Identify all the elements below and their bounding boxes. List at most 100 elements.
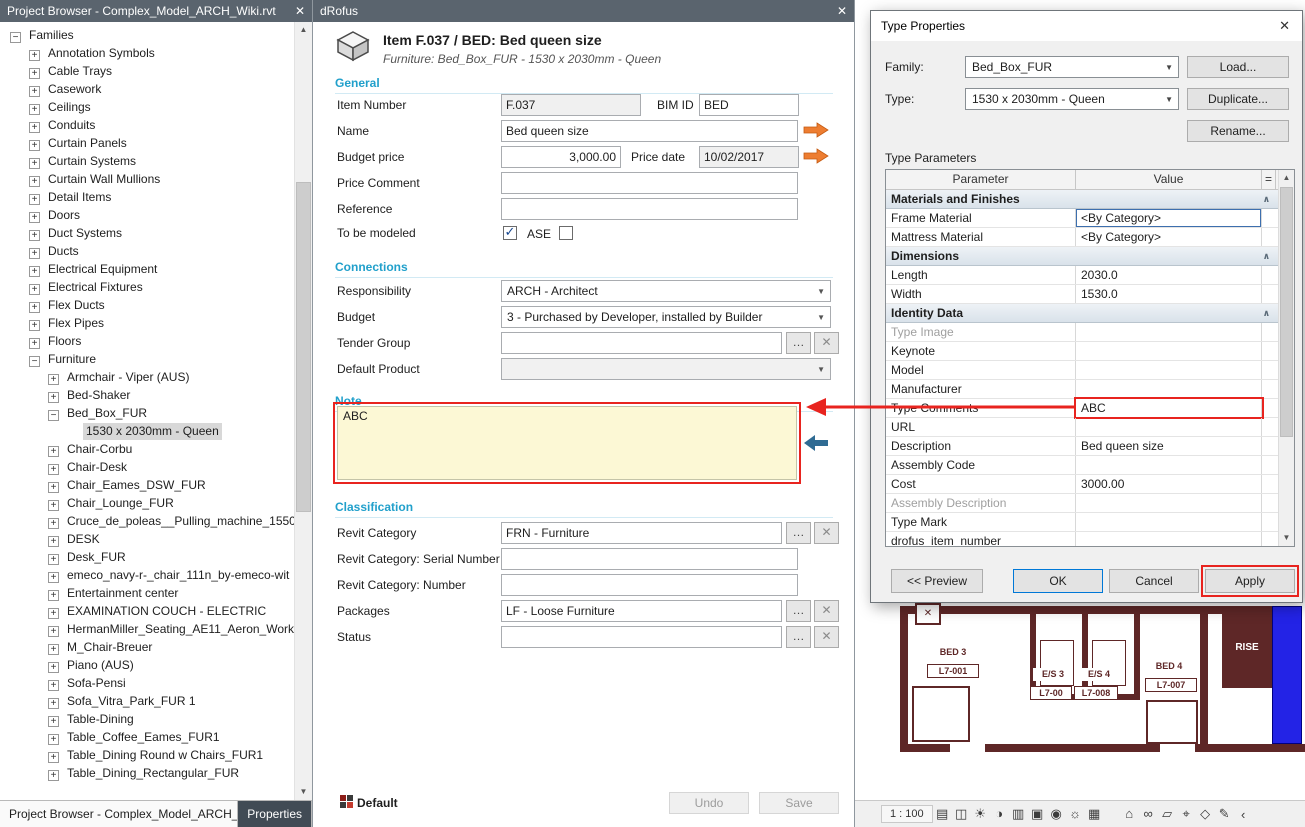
collapse-group-icon[interactable]: ∧ [1263, 247, 1273, 265]
parameter-row-type-comments[interactable]: Type CommentsABC [886, 399, 1278, 418]
tree-item-label[interactable]: Flex Ducts [45, 297, 108, 314]
tree-item-label[interactable]: Chair_Eames_DSW_FUR [64, 477, 209, 494]
parameter-row-url[interactable]: URL [886, 418, 1278, 437]
tree-item-label[interactable]: Casework [45, 81, 104, 98]
tree-item-label[interactable]: Electrical Fixtures [45, 279, 146, 296]
price-comment-field[interactable] [501, 172, 798, 194]
tree-item-electrical-equipment[interactable]: +Electrical Equipment [0, 261, 295, 279]
clear-button[interactable]: ✕ [814, 600, 839, 622]
budget-price-field[interactable] [501, 146, 621, 168]
room-tag-es3[interactable]: L7-00 [1030, 686, 1072, 700]
tree-item-examination-couch-electric[interactable]: + EXAMINATION COUCH - ELECTRIC [0, 603, 295, 621]
expand-icon[interactable]: + [48, 698, 59, 709]
cancel-button[interactable]: Cancel [1109, 569, 1199, 593]
tree-item-label[interactable]: Annotation Symbols [45, 45, 158, 62]
view-scale-button[interactable]: 1 : 100 [881, 805, 933, 823]
scroll-up-icon[interactable]: ▲ [295, 22, 312, 38]
parameter-group-dimensions[interactable]: Dimensions∧ [886, 247, 1278, 266]
expand-icon[interactable]: + [48, 392, 59, 403]
to-be-modeled-checkbox[interactable]: ✓ [503, 226, 517, 240]
close-icon[interactable]: ✕ [837, 0, 847, 22]
expand-icon[interactable]: + [29, 284, 40, 295]
parameter-value[interactable] [1076, 361, 1262, 379]
expand-icon[interactable]: + [48, 626, 59, 637]
clear-button[interactable]: ✕ [814, 522, 839, 544]
parameter-row-type-image[interactable]: Type Image [886, 323, 1278, 342]
ok-button[interactable]: OK [1013, 569, 1103, 593]
expand-icon[interactable]: + [48, 752, 59, 763]
expand-icon[interactable]: + [29, 104, 40, 115]
expand-icon[interactable]: + [48, 608, 59, 619]
tree-item-label[interactable]: emeco_navy-r-_chair_111n_by-emeco-wit [64, 567, 292, 584]
parameter-value[interactable]: 3000.00 [1076, 475, 1262, 493]
expand-icon[interactable]: + [48, 500, 59, 511]
parameter-value[interactable]: Bed queen size [1076, 437, 1262, 455]
visual-style-icon[interactable]: ◫ [952, 806, 971, 822]
tree-scrollbar[interactable]: ▲ ▼ [294, 22, 312, 800]
parameter-row-width[interactable]: Width1530.0 [886, 285, 1278, 304]
tree-item-hermanmiller-seating-ae11-aeron-work[interactable]: +HermanMiller_Seating_AE11_Aeron_Work [0, 621, 295, 639]
room-label-bed4[interactable]: BED 4 [1143, 660, 1195, 673]
expand-icon[interactable]: + [48, 482, 59, 493]
expand-icon[interactable]: + [29, 320, 40, 331]
parameter-row-assembly-description[interactable]: Assembly Description [886, 494, 1278, 513]
shadows-icon[interactable]: ◑ [990, 806, 1009, 822]
expand-icon[interactable]: + [48, 536, 59, 547]
crop-region-icon[interactable]: ▣ [1028, 806, 1047, 822]
crop-view-icon[interactable]: ▥ [1009, 806, 1028, 822]
tree-item-m-chair-breuer[interactable]: +M_Chair-Breuer [0, 639, 295, 657]
name-field[interactable] [501, 120, 798, 142]
tree-item-label[interactable]: Desk_FUR [64, 549, 129, 566]
parameter-row-cost[interactable]: Cost3000.00 [886, 475, 1278, 494]
expand-icon[interactable]: + [48, 464, 59, 475]
tree-item-floors[interactable]: +Floors [0, 333, 295, 351]
expand-icon[interactable]: + [48, 590, 59, 601]
collapse-icon[interactable]: − [29, 356, 40, 367]
tree-item-entertainment-center[interactable]: + Entertainment center [0, 585, 295, 603]
tree-item-cable-trays[interactable]: +Cable Trays [0, 63, 295, 81]
tree-item-label[interactable]: DESK [64, 531, 103, 548]
preview-button[interactable]: << Preview [891, 569, 983, 593]
tree-item-label[interactable]: Curtain Systems [45, 153, 139, 170]
tree-item-table-coffee-eames-fur1[interactable]: +Table_Coffee_Eames_FUR1 [0, 729, 295, 747]
tree-item-label[interactable]: Bed-Shaker [64, 387, 133, 404]
parameter-value[interactable] [1076, 456, 1262, 474]
parameter-row-manufacturer[interactable]: Manufacturer [886, 380, 1278, 399]
room-label-es3[interactable]: E/S 3 [1033, 668, 1073, 681]
tree-item-chair-lounge-fur[interactable]: +Chair_Lounge_FUR [0, 495, 295, 513]
expand-icon[interactable]: + [29, 158, 40, 169]
expand-icon[interactable]: + [29, 212, 40, 223]
expand-icon[interactable]: + [29, 122, 40, 133]
parameter-value[interactable] [1076, 513, 1262, 531]
tree-item-label[interactable]: Sofa_Vitra_Park_FUR 1 [64, 693, 199, 710]
ase-checkbox[interactable] [559, 226, 573, 240]
collapse-icon[interactable]: − [48, 410, 59, 421]
parameter-row-type-mark[interactable]: Type Mark [886, 513, 1278, 532]
parameter-value[interactable]: <By Category> [1076, 228, 1262, 246]
parameter-group-identity-data[interactable]: Identity Data∧ [886, 304, 1278, 323]
tree-item-label[interactable]: Entertainment center [64, 585, 181, 602]
tree-item-sofa-pensi[interactable]: +Sofa-Pensi [0, 675, 295, 693]
tree-item-label[interactable]: M_Chair-Breuer [64, 639, 155, 656]
room-tag-bed3[interactable]: L7-001 [927, 664, 979, 678]
expand-icon[interactable]: + [48, 734, 59, 745]
close-icon[interactable]: ✕ [1279, 11, 1290, 41]
expand-icon[interactable]: + [48, 518, 59, 529]
select-pinned-elements-icon[interactable]: ⌖ [1177, 806, 1196, 822]
tree-item-label[interactable]: Bed_Box_FUR [64, 405, 150, 422]
scroll-thumb[interactable] [1280, 187, 1293, 437]
parameter-value[interactable]: <By Category> [1076, 209, 1262, 227]
tree-item-piano-aus[interactable]: +Piano (AUS) [0, 657, 295, 675]
expand-icon[interactable]: + [29, 176, 40, 187]
tree-item-label[interactable]: Doors [45, 207, 83, 224]
tree-item-emeco-navy-r-chair-111n-by-emeco-wit[interactable]: + emeco_navy-r-_chair_111n_by-emeco-wit [0, 567, 295, 585]
tree-item-chair-desk[interactable]: +Chair-Desk [0, 459, 295, 477]
tree-item-doors[interactable]: + Doors [0, 207, 295, 225]
room-label-es4[interactable]: E/S 4 [1079, 668, 1119, 681]
expand-icon[interactable]: + [48, 374, 59, 385]
tree-item-label[interactable]: EXAMINATION COUCH - ELECTRIC [64, 603, 269, 620]
tree-item-flex-ducts[interactable]: +Flex Ducts [0, 297, 295, 315]
drofus-titlebar[interactable]: dRofus ✕ [313, 0, 854, 22]
tree-item-label[interactable]: Curtain Wall Mullions [45, 171, 163, 188]
expand-icon[interactable]: + [48, 572, 59, 583]
